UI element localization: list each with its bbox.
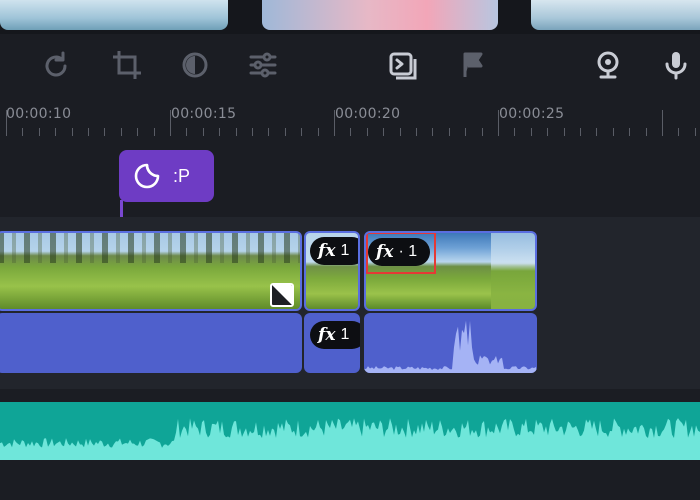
ruler-tick [88, 128, 89, 136]
clip-properties-button[interactable] [382, 45, 422, 85]
ruler-tick [350, 128, 352, 136]
ruler-label: 00:00:25 [499, 106, 565, 122]
clip-thumbnail-frame [491, 233, 535, 309]
ruler-tick [284, 128, 286, 136]
sticker-label: :P [173, 165, 191, 186]
clip-properties-icon [389, 52, 417, 80]
ruler-tick [481, 128, 483, 136]
ruler-tick [219, 128, 221, 136]
sliders-icon [249, 52, 277, 78]
sticker-clip[interactable]: :P [119, 150, 214, 202]
ruler-tick [383, 128, 385, 136]
ruler-tick [268, 128, 270, 136]
color-adjust-button[interactable] [175, 45, 215, 85]
media-thumbnail[interactable] [262, 0, 498, 30]
clip-treeline [0, 233, 300, 263]
voiceover-button[interactable] [656, 45, 696, 85]
redo-icon [45, 51, 67, 77]
fx-count: 1 [340, 242, 350, 259]
ruler-tick [645, 128, 647, 136]
time-ruler[interactable]: 00:00:10 00:00:15 00:00:20 00:00:25 [0, 97, 700, 139]
sticker-icon [134, 163, 160, 189]
sticker-track [0, 139, 700, 217]
ruler-tick [514, 128, 516, 136]
marker-button[interactable] [452, 45, 492, 85]
media-thumbnail[interactable] [531, 0, 700, 30]
ruler-tick [55, 128, 57, 136]
audio-waveform [364, 320, 537, 373]
effects-badge[interactable]: fx 1 [310, 321, 360, 349]
ruler-label: 00:00:15 [171, 106, 237, 122]
ruler-tick [71, 128, 73, 136]
video-clip[interactable]: fx · 1 [364, 231, 537, 311]
ruler-tick [662, 110, 663, 136]
ruler-tick [399, 128, 401, 136]
ruler-tick [170, 110, 171, 136]
ruler-tick [596, 128, 598, 136]
music-waveform [0, 418, 700, 460]
ruler-tick [104, 128, 106, 136]
ruler-tick [678, 128, 680, 136]
fx-count: 1 [340, 326, 350, 343]
ruler-tick [334, 110, 335, 136]
crop-button[interactable] [107, 45, 147, 85]
audio-clip[interactable]: fx 1 [304, 313, 360, 373]
ruler-tick [416, 128, 417, 136]
ruler-tick [202, 128, 204, 136]
ruler-tick [6, 110, 7, 136]
ruler-tick [38, 128, 40, 136]
waveform-path [0, 418, 700, 460]
ruler-tick [580, 128, 581, 136]
waveform-path [364, 320, 537, 373]
ruler-tick [137, 128, 139, 136]
ruler-tick [153, 128, 155, 136]
ruler-tick [694, 128, 696, 136]
adjustments-button[interactable] [243, 45, 283, 85]
video-clip[interactable] [0, 231, 302, 311]
editing-toolbar [0, 35, 700, 97]
effects-badge[interactable]: fx 1 [310, 237, 358, 265]
ruler-tick [432, 128, 434, 136]
audio-clip[interactable] [364, 313, 537, 373]
fx-icon: fx [318, 325, 336, 345]
transition-button[interactable] [270, 283, 294, 307]
media-thumbnail-strip [0, 0, 700, 34]
redo-button[interactable] [37, 45, 77, 85]
webcam-icon [597, 51, 619, 79]
transition-icon [272, 285, 292, 305]
color-adjust-icon [182, 52, 208, 78]
ruler-tick [629, 128, 631, 136]
webcam-button[interactable] [588, 45, 628, 85]
ruler-tick [530, 128, 532, 136]
highlight-box [366, 233, 436, 274]
ruler-tick [317, 128, 319, 136]
fx-icon: fx [318, 241, 336, 261]
ruler-label: 00:00:20 [335, 106, 401, 122]
ruler-tick [563, 128, 565, 136]
ruler-tick [235, 128, 237, 136]
ruler-tick [547, 128, 549, 136]
ruler-label: 00:00:10 [6, 106, 72, 122]
flag-icon [463, 52, 483, 77]
ruler-tick [301, 128, 303, 136]
ruler-tick [465, 128, 467, 136]
ruler-tick [186, 128, 188, 136]
media-thumbnail[interactable] [0, 0, 228, 30]
ruler-tick [612, 128, 614, 136]
audio-clip[interactable] [0, 313, 302, 373]
ruler-tick [448, 128, 450, 136]
crop-icon [113, 51, 141, 79]
ruler-tick [252, 128, 253, 136]
ruler-tick [22, 128, 24, 136]
video-clip[interactable]: fx 1 [304, 231, 360, 311]
ruler-tick [366, 128, 368, 136]
music-clip[interactable] [0, 402, 700, 460]
ruler-tick [120, 128, 122, 136]
microphone-icon [665, 52, 687, 80]
ruler-tick [498, 110, 499, 136]
